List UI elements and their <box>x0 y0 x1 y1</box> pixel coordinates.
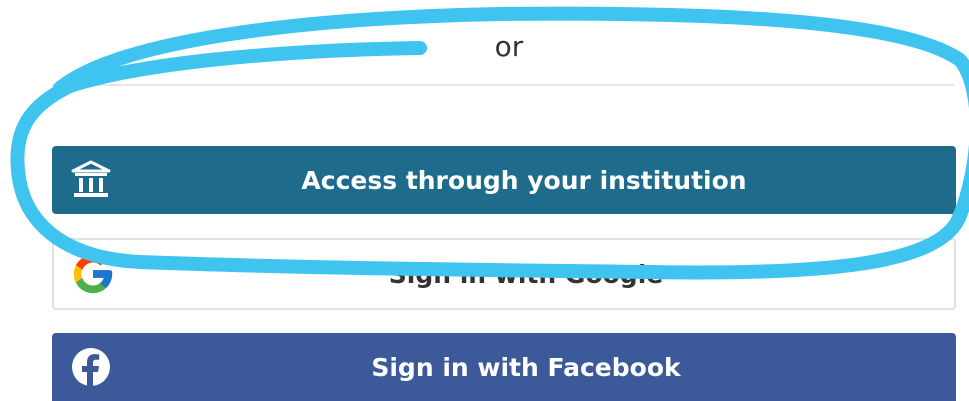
sign-in-with-facebook-label: Sign in with Facebook <box>371 352 681 382</box>
institution-icon <box>66 155 116 205</box>
sign-in-with-google-button[interactable]: Sign in with Google <box>52 238 956 310</box>
access-through-institution-button[interactable]: Access through your institution <box>52 146 956 214</box>
sign-in-options: or Access through your institution Sign <box>0 0 969 401</box>
or-divider-text: or <box>494 30 524 63</box>
google-icon <box>68 249 118 299</box>
sign-in-with-google-label: Sign in with Google <box>388 259 664 289</box>
separator <box>52 84 954 144</box>
access-through-institution-label: Access through your institution <box>301 165 747 195</box>
facebook-icon <box>66 342 116 392</box>
sign-in-with-facebook-button[interactable]: Sign in with Facebook <box>52 333 956 401</box>
